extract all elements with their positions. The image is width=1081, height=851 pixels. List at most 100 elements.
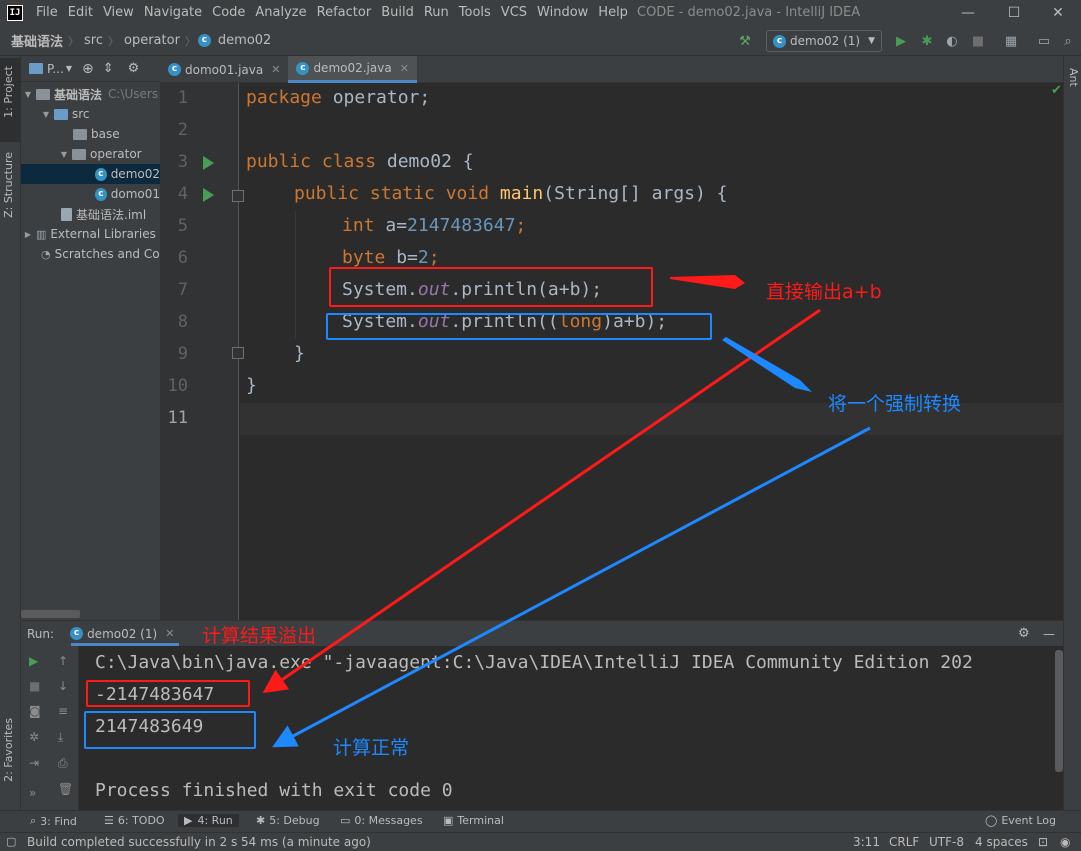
caret-position[interactable]: 3:11 xyxy=(853,835,880,849)
ant-tool-tab[interactable]: Ant xyxy=(1067,68,1080,87)
close-icon[interactable]: ✕ xyxy=(165,627,174,640)
annotation-normal: 计算正常 xyxy=(333,737,410,759)
print-icon[interactable]: ⎙ xyxy=(58,756,68,771)
menu-navigate[interactable]: Navigate xyxy=(139,0,207,26)
notification-icon[interactable]: ◉ xyxy=(1060,835,1070,849)
gear-icon[interactable]: ⚙ xyxy=(128,61,140,76)
menu-refactor[interactable]: Refactor xyxy=(312,0,377,26)
menu-view[interactable]: View xyxy=(98,0,139,26)
structure-tool-tab[interactable]: Z: Structure xyxy=(2,152,15,218)
run-icon[interactable]: ▶ xyxy=(894,34,908,49)
build-hammer-icon[interactable]: ⚒ xyxy=(738,34,752,49)
right-tool-stripe: Ant xyxy=(1063,56,1081,810)
todo-tool-button[interactable]: ☰ 6: TODO xyxy=(104,814,165,827)
indent-setting[interactable]: 4 spaces xyxy=(975,835,1028,849)
file-encoding[interactable]: UTF-8 xyxy=(929,835,964,849)
run-gutter-icon[interactable] xyxy=(203,188,214,202)
code-keyword: public static void xyxy=(294,183,490,204)
messages-tool-button[interactable]: ▭ 0: Messages xyxy=(340,814,423,827)
menu-edit[interactable]: Edit xyxy=(63,0,98,26)
rerun-icon[interactable]: ▶ xyxy=(29,654,38,668)
menu-help[interactable]: Help xyxy=(593,0,633,26)
menu-build[interactable]: Build xyxy=(376,0,419,26)
tree-item-scratches[interactable]: ◔ Scratches and Co xyxy=(21,244,160,264)
project-view-select[interactable]: P... xyxy=(47,62,64,76)
close-icon[interactable]: ✕ xyxy=(1035,0,1081,26)
ide-window: IJ File Edit View Navigate Code Analyze … xyxy=(0,0,1081,851)
status-toggle-icon[interactable]: ▢ xyxy=(6,835,16,848)
project-structure-icon[interactable]: ▦ xyxy=(1004,34,1018,49)
scroll-to-end-icon[interactable]: ⤓ xyxy=(58,730,63,745)
tree-item-external-libraries[interactable]: ▶ ▥ External Libraries xyxy=(21,224,160,244)
status-message[interactable]: Build completed successfully in 2 s 54 m… xyxy=(27,835,371,849)
run-tool-button[interactable]: ▶ 4: Run xyxy=(178,814,239,827)
menu-analyze[interactable]: Analyze xyxy=(250,0,311,26)
tree-item-base[interactable]: base xyxy=(21,124,160,144)
console-scrollbar[interactable] xyxy=(1055,650,1063,772)
menu-vcs[interactable]: VCS xyxy=(496,0,532,26)
menu-bar: IJ File Edit View Navigate Code Analyze … xyxy=(0,0,1081,26)
find-tool-button[interactable]: ⌕ 3: Find xyxy=(30,814,77,828)
tab-domo01[interactable]: c domo01.java ✕ xyxy=(160,56,288,83)
arrow-down-icon[interactable]: ↓ xyxy=(58,679,68,693)
tree-item-project-root[interactable]: ▼ 基础语法 C:\Users xyxy=(21,84,160,104)
maximize-icon[interactable]: ☐ xyxy=(991,0,1037,26)
line-number: 11 xyxy=(167,408,188,428)
java-class-icon: c xyxy=(773,34,786,48)
terminal-tool-button[interactable]: ▣ Terminal xyxy=(443,814,504,827)
breadcrumb-operator[interactable]: operator xyxy=(121,33,183,48)
tab-demo02[interactable]: c demo02.java ✕ xyxy=(288,56,417,83)
settings-icon[interactable]: ✲ xyxy=(29,730,39,744)
lock-icon[interactable]: ⊡ xyxy=(1038,835,1048,849)
stop-icon[interactable]: ■ xyxy=(29,679,40,693)
menu-file[interactable]: File xyxy=(31,0,63,26)
menu-code[interactable]: Code xyxy=(207,0,250,26)
run-configuration-select[interactable]: c demo02 (1) ▼ xyxy=(766,30,882,52)
menu-window[interactable]: Window xyxy=(532,0,593,26)
breadcrumb-demo02[interactable]: demo02 xyxy=(215,33,274,48)
gear-icon[interactable]: ⚙ xyxy=(1018,626,1030,641)
code-editor[interactable]: 1 2 3 4 5 6 7 8 9 10 11 package operator… xyxy=(160,83,1063,620)
menu-tools[interactable]: Tools xyxy=(454,0,496,26)
coverage-icon[interactable]: ◐ xyxy=(945,34,959,49)
project-panel: P... ▼ ⊕ ⇕ ⚙ ▼ 基础语法 C:\Users ▼ src base … xyxy=(21,56,160,620)
close-icon[interactable]: ✕ xyxy=(271,63,280,76)
breadcrumb-src[interactable]: src xyxy=(81,33,106,48)
debug-bug-icon[interactable]: ✱ xyxy=(920,34,934,49)
project-panel-scrollbar[interactable] xyxy=(21,610,80,618)
exit-icon[interactable]: ⇥ xyxy=(29,756,39,770)
search-everywhere-icon[interactable]: ⌕ xyxy=(1061,34,1075,49)
fold-marker-icon[interactable] xyxy=(232,347,244,359)
arrow-up-icon[interactable]: ↑ xyxy=(58,654,68,668)
tree-item-src[interactable]: ▼ src xyxy=(21,104,160,124)
chevron-right-icon: 〉 xyxy=(184,34,196,48)
more-icon[interactable]: » xyxy=(29,786,36,800)
tree-item-operator[interactable]: ▼ operator xyxy=(21,144,160,164)
locate-target-icon[interactable]: ⊕ xyxy=(82,61,94,77)
stop-icon[interactable]: ■ xyxy=(971,34,985,49)
favorites-tool-tab[interactable]: 2: Favorites xyxy=(2,718,15,782)
tree-item-domo01[interactable]: c domo01 xyxy=(21,184,160,204)
project-tool-tab[interactable]: 1: Project xyxy=(2,66,15,118)
line-separator[interactable]: CRLF xyxy=(889,835,919,849)
menu-run[interactable]: Run xyxy=(419,0,454,26)
hide-panel-icon[interactable]: — xyxy=(1043,627,1055,641)
code-number: 2 xyxy=(417,247,429,268)
trash-icon[interactable]: 🗑 xyxy=(58,782,73,796)
event-log-tool-button[interactable]: ◯ Event Log xyxy=(985,814,1056,827)
tree-item-iml[interactable]: 基础语法.iml xyxy=(21,204,160,224)
camera-icon[interactable]: ◙ xyxy=(29,704,41,718)
close-icon[interactable]: ✕ xyxy=(400,62,409,75)
debug-tool-button[interactable]: ✱ 5: Debug xyxy=(256,814,320,827)
breadcrumb-project[interactable]: 基础语法 xyxy=(8,31,66,50)
minimize-icon[interactable]: — xyxy=(945,0,991,26)
run-gutter-icon[interactable] xyxy=(203,156,214,170)
run-tab-demo02[interactable]: demo02 (1) xyxy=(87,627,157,641)
tree-item-demo02[interactable]: c demo02 xyxy=(21,164,160,184)
collapse-all-icon[interactable]: ⇕ xyxy=(103,61,114,76)
window-title: CODE - demo02.java - IntelliJ IDEA xyxy=(637,5,861,20)
inspection-ok-icon[interactable]: ✔ xyxy=(1051,83,1062,98)
soft-wrap-icon[interactable]: ≡ xyxy=(58,704,68,718)
fold-marker-icon[interactable] xyxy=(232,190,244,202)
presentation-icon[interactable]: ▭ xyxy=(1037,34,1051,49)
